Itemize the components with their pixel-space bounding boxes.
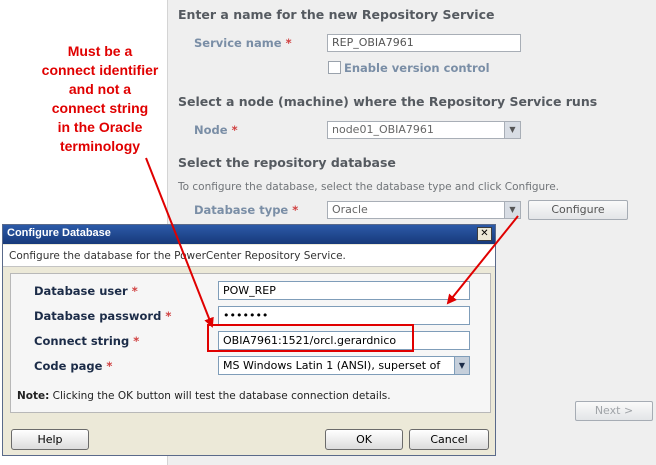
- connect-string-label: Connect string *: [34, 334, 140, 348]
- cancel-button[interactable]: Cancel: [409, 429, 489, 450]
- annotation-line: connect identifier: [41, 62, 159, 78]
- help-button[interactable]: Help: [11, 429, 89, 450]
- dialog-title: Configure Database: [7, 227, 111, 239]
- node-select-value: node01_OBIA7961: [332, 123, 434, 136]
- dropdown-arrow-icon: ▼: [504, 202, 520, 218]
- annotation-line: and not a: [68, 81, 132, 97]
- code-page-select[interactable]: MS Windows Latin 1 (ANSI), superset of ▼: [218, 356, 470, 375]
- required-marker: *: [133, 334, 140, 348]
- database-user-label: Database user *: [34, 284, 138, 298]
- dialog-note: Note: Clicking the OK button will test t…: [17, 390, 391, 402]
- annotation-line: connect string: [51, 100, 149, 116]
- section-node-heading: Select a node (machine) where the Reposi…: [178, 94, 598, 109]
- node-select[interactable]: node01_OBIA7961 ▼: [327, 121, 521, 139]
- db-instruction-text: To configure the database, select the da…: [178, 181, 560, 193]
- configure-database-dialog: Configure Database ✕ Configure the datab…: [2, 224, 496, 456]
- required-marker: *: [131, 284, 138, 298]
- section-db-heading: Select the repository database: [178, 155, 396, 170]
- dialog-subtitle: Configure the database for the PowerCent…: [9, 250, 346, 262]
- required-marker: *: [165, 309, 172, 323]
- required-marker: *: [106, 359, 113, 373]
- database-password-input[interactable]: •••••••: [218, 306, 470, 325]
- annotation-line: Must be a: [67, 43, 133, 59]
- code-page-value: MS Windows Latin 1 (ANSI), superset of: [223, 359, 441, 372]
- dropdown-arrow-icon: ▼: [454, 357, 469, 374]
- dropdown-arrow-icon: ▼: [504, 122, 520, 138]
- database-user-input[interactable]: POW_REP: [218, 281, 470, 300]
- note-text: Clicking the OK button will test the dat…: [49, 390, 391, 402]
- note-label: Note:: [17, 390, 50, 402]
- next-button[interactable]: Next >: [575, 401, 653, 421]
- database-password-label: Database password *: [34, 309, 172, 323]
- database-type-select[interactable]: Oracle ▼: [327, 201, 521, 219]
- node-label: Node *: [194, 123, 238, 137]
- database-type-label: Database type *: [194, 203, 299, 217]
- enable-version-control-checkbox[interactable]: [328, 61, 341, 74]
- code-page-label: Code page *: [34, 359, 113, 373]
- database-type-value: Oracle: [332, 203, 368, 216]
- section-name-heading: Enter a name for the new Repository Serv…: [178, 7, 495, 22]
- required-marker: *: [285, 36, 292, 50]
- dialog-subtitle-band: Configure the database for the PowerCent…: [3, 245, 495, 267]
- annotation-text: Must be a connect identifier and not a c…: [40, 42, 160, 156]
- annotation-line: in the Oracle: [57, 119, 143, 135]
- connect-string-input[interactable]: OBIA7961:1521/orcl.gerardnico: [218, 331, 470, 350]
- annotation-line: terminology: [59, 138, 141, 154]
- close-icon[interactable]: ✕: [477, 227, 492, 241]
- enable-version-control-label: Enable version control: [344, 61, 490, 75]
- ok-button[interactable]: OK: [325, 429, 403, 450]
- dialog-form-panel: Database user * POW_REP Database passwor…: [10, 273, 491, 413]
- configure-button[interactable]: Configure: [528, 200, 628, 220]
- required-marker: *: [231, 123, 238, 137]
- required-marker: *: [292, 203, 299, 217]
- dialog-titlebar[interactable]: Configure Database ✕: [3, 225, 495, 244]
- screenshot-stage: Enter a name for the new Repository Serv…: [0, 0, 656, 465]
- service-name-input[interactable]: REP_OBIA7961: [327, 34, 521, 52]
- service-name-label: Service name *: [194, 36, 292, 50]
